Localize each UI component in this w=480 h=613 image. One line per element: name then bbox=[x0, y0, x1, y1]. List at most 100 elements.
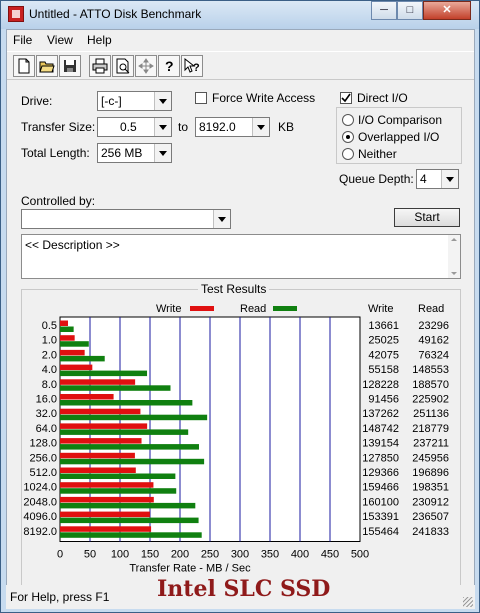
io-comparison-radio[interactable] bbox=[342, 114, 354, 126]
drive-value: [-c-] bbox=[101, 94, 122, 108]
svg-text:?: ? bbox=[193, 62, 200, 74]
print-preview-icon[interactable] bbox=[112, 55, 134, 77]
x-tick-label: 300 bbox=[231, 549, 249, 561]
write-bar bbox=[60, 526, 152, 532]
neither-radio[interactable] bbox=[342, 148, 354, 160]
chevron-down-icon[interactable] bbox=[154, 144, 171, 162]
menu-view[interactable]: View bbox=[47, 33, 73, 47]
x-tick-label: 250 bbox=[201, 549, 219, 561]
description-text: << Description >> bbox=[25, 238, 120, 252]
maximize-button[interactable]: □ bbox=[397, 1, 423, 20]
print-icon[interactable] bbox=[89, 55, 111, 77]
direct-io-checkbox[interactable] bbox=[340, 92, 352, 104]
read-bar bbox=[60, 429, 189, 435]
x-tick-label: 400 bbox=[291, 549, 309, 561]
y-tick-label: 1.0 bbox=[42, 335, 57, 347]
read-value: 237211 bbox=[413, 438, 449, 450]
write-bar bbox=[60, 408, 141, 415]
write-bar bbox=[60, 423, 148, 429]
y-tick-label: 1024.0 bbox=[23, 482, 57, 494]
legend-read-label: Read bbox=[240, 303, 266, 315]
io-mode-group: I/O Comparison Overlapped I/O Neither bbox=[336, 107, 462, 164]
x-tick-label: 450 bbox=[321, 549, 339, 561]
read-bar bbox=[60, 444, 199, 450]
read-value: 196896 bbox=[412, 467, 449, 479]
write-bar bbox=[60, 349, 85, 356]
total-length-select[interactable]: 256 MB bbox=[97, 143, 172, 163]
write-bar bbox=[60, 438, 142, 444]
read-value: 236507 bbox=[412, 511, 449, 523]
context-help-icon[interactable]: ? bbox=[181, 55, 203, 77]
legend-write-swatch bbox=[190, 306, 214, 311]
drive-select[interactable]: [-c-] bbox=[97, 91, 172, 111]
controlled-by-select[interactable] bbox=[21, 209, 231, 229]
description-box[interactable]: << Description >> bbox=[21, 234, 461, 279]
test-results-group: Test Results Write Read Write Read 0 50 100 150… bbox=[21, 282, 461, 591]
read-bar bbox=[60, 502, 196, 509]
write-bar bbox=[60, 467, 136, 473]
write-bar bbox=[60, 452, 135, 459]
queue-depth-select[interactable]: 4 bbox=[416, 169, 459, 189]
write-value: 42075 bbox=[368, 349, 399, 361]
x-tick-label: 150 bbox=[141, 549, 159, 561]
new-icon[interactable] bbox=[13, 55, 35, 77]
x-tick-label: 100 bbox=[111, 549, 129, 561]
read-bar bbox=[60, 473, 176, 479]
x-axis-title: Transfer Rate - MB / Sec bbox=[129, 563, 251, 575]
read-bar bbox=[60, 385, 171, 391]
save-icon[interactable] bbox=[59, 55, 81, 77]
close-button[interactable]: ✕ bbox=[423, 1, 471, 20]
read-value: 188570 bbox=[412, 379, 449, 391]
start-button[interactable]: Start bbox=[394, 208, 460, 227]
move-icon[interactable] bbox=[135, 55, 157, 77]
open-icon[interactable] bbox=[36, 55, 58, 77]
read-value: 23296 bbox=[418, 320, 449, 332]
resize-grip-icon[interactable] bbox=[463, 597, 473, 607]
read-value: 251136 bbox=[413, 408, 449, 420]
y-tick-label: 32.0 bbox=[36, 408, 57, 420]
force-write-checkbox[interactable] bbox=[195, 92, 207, 104]
column-header-write: Write bbox=[368, 303, 393, 315]
description-scrollbar[interactable] bbox=[448, 235, 460, 278]
chevron-down-icon[interactable] bbox=[154, 92, 171, 110]
minimize-button[interactable]: ─ bbox=[371, 1, 397, 20]
write-bar bbox=[60, 482, 154, 488]
read-bar bbox=[60, 326, 74, 332]
transfer-size-to-value: 8192.0 bbox=[199, 120, 236, 134]
direct-io-label: Direct I/O bbox=[357, 91, 408, 105]
y-tick-label: 2048.0 bbox=[23, 496, 57, 508]
read-value: 198351 bbox=[412, 482, 449, 494]
transfer-size-unit: KB bbox=[278, 120, 295, 134]
transfer-size-from-select[interactable]: 0.5 bbox=[97, 117, 172, 137]
chevron-down-icon[interactable] bbox=[213, 210, 230, 228]
x-tick-label: 0 bbox=[57, 549, 63, 561]
queue-depth-value: 4 bbox=[420, 172, 427, 186]
read-bar bbox=[60, 532, 202, 538]
write-value: 155464 bbox=[362, 526, 399, 538]
chevron-down-icon[interactable] bbox=[154, 118, 171, 136]
force-write-label: Force Write Access bbox=[212, 91, 316, 105]
y-tick-label: 4.0 bbox=[42, 364, 57, 376]
transfer-size-from-value: 0.5 bbox=[120, 120, 137, 134]
transfer-size-to-label: to bbox=[178, 120, 189, 134]
write-bar bbox=[60, 320, 69, 326]
window-title: Untitled - ATTO Disk Benchmark bbox=[29, 7, 202, 21]
menu-file[interactable]: File bbox=[13, 33, 32, 47]
chevron-down-icon[interactable] bbox=[441, 170, 458, 188]
menu-bar: File View Help bbox=[7, 30, 474, 50]
y-tick-label: 8.0 bbox=[42, 379, 57, 391]
write-value: 25025 bbox=[368, 335, 399, 347]
menu-help[interactable]: Help bbox=[87, 33, 112, 47]
title-bar[interactable]: Untitled - ATTO Disk Benchmark ─ □ ✕ bbox=[1, 1, 479, 29]
transfer-size-to-select[interactable]: 8192.0 bbox=[195, 117, 270, 137]
read-value: 76324 bbox=[418, 349, 449, 361]
help-icon[interactable]: ? bbox=[158, 55, 180, 77]
write-value: 13661 bbox=[368, 320, 399, 332]
overlay-banner: Intel SLC SSD bbox=[157, 576, 331, 602]
y-tick-label: 8192.0 bbox=[23, 526, 57, 538]
overlapped-io-radio[interactable] bbox=[342, 131, 354, 143]
controlled-by-label: Controlled by: bbox=[21, 194, 96, 208]
y-tick-label: 2.0 bbox=[42, 349, 57, 361]
chevron-down-icon[interactable] bbox=[252, 118, 269, 136]
write-bar bbox=[60, 335, 75, 341]
